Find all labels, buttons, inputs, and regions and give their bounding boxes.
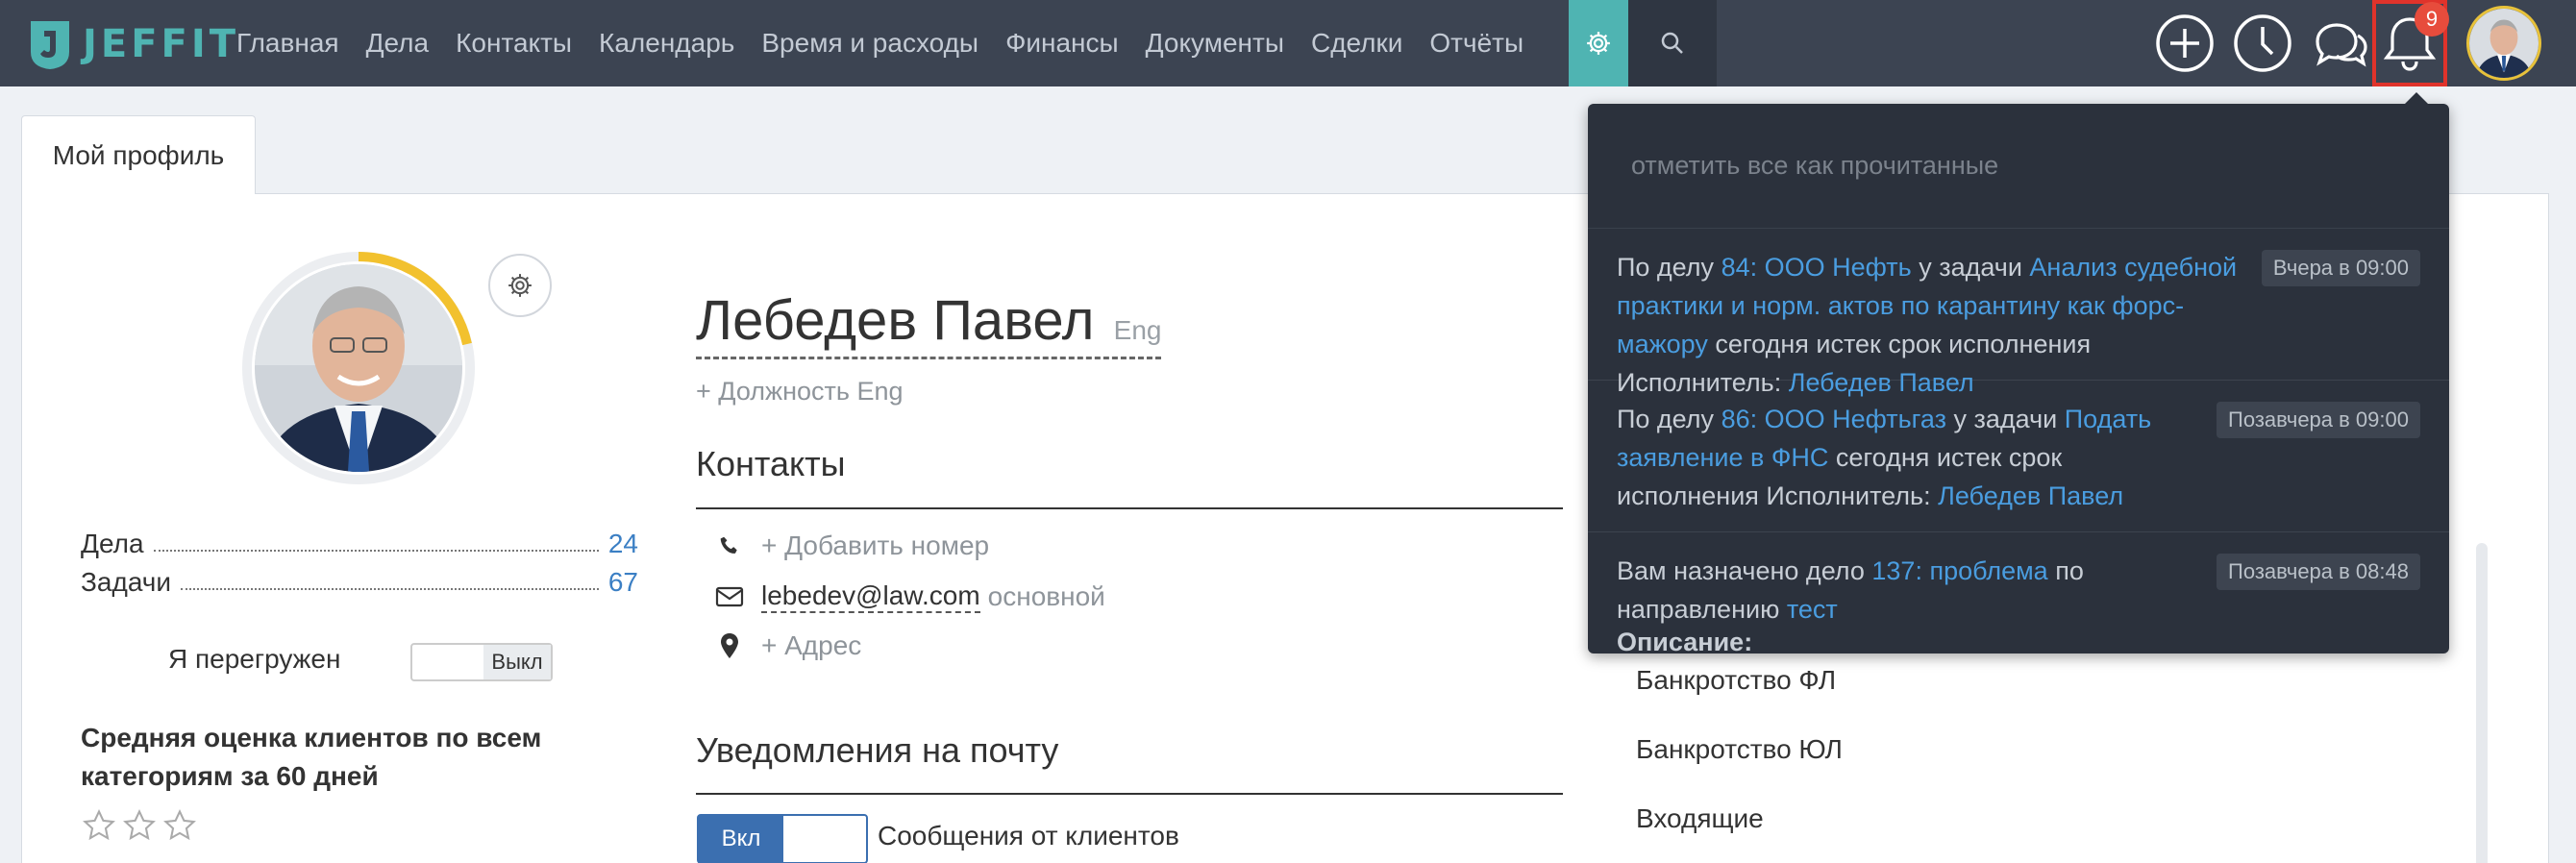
list-item[interactable]: Банкротство ФЛ xyxy=(1636,665,1836,696)
stat-tasks: Задачи 67 xyxy=(81,567,638,598)
notification-text: у задачи xyxy=(1911,253,2030,282)
profile-avatar xyxy=(240,250,477,486)
stat-label: Задачи xyxy=(81,567,172,597)
logo-icon xyxy=(31,21,69,69)
direction-link[interactable]: тест xyxy=(1787,595,1838,624)
overload-toggle[interactable]: Выкл xyxy=(410,643,553,681)
notification-text: у задачи xyxy=(1946,405,2065,433)
star-icon xyxy=(83,808,115,841)
avatar-settings-button[interactable] xyxy=(488,254,552,317)
notification-item[interactable]: Вчера в 09:00 По делу 84: ООО Нефть у за… xyxy=(1588,229,2449,397)
dotted-leader xyxy=(153,550,599,552)
notification-text: Вам назначено дело xyxy=(1617,556,1872,585)
envelope-icon xyxy=(711,585,748,608)
profile-name[interactable]: Лебедев Павел Eng xyxy=(696,288,1162,359)
name-eng-label[interactable]: Eng xyxy=(1114,315,1162,345)
notification-text: По делу xyxy=(1617,405,1721,433)
notification-text: По делу xyxy=(1617,253,1721,282)
mark-all-read-link[interactable]: отметить все как прочитанные xyxy=(1588,104,2449,229)
notification-item[interactable]: Позавчера в 08:48 Вам назначено дело 137… xyxy=(1588,532,2449,653)
contact-email-row: lebedev@law.com основной xyxy=(711,580,1105,613)
stat-cases: Дела 24 xyxy=(81,529,638,559)
timer-button[interactable] xyxy=(2224,0,2301,86)
main-nav: Главная Дела Контакты Календарь Время и … xyxy=(223,0,1537,86)
stat-value-link[interactable]: 67 xyxy=(608,567,638,598)
contact-phone-row: + Добавить номер xyxy=(711,530,989,561)
notification-time: Вчера в 09:00 xyxy=(2261,250,2420,286)
notification-item[interactable]: Позавчера в 09:00 По делу 86: ООО Нефтьг… xyxy=(1588,381,2449,532)
email-type-label: основной xyxy=(987,581,1105,611)
profile-name-text: Лебедев Павел xyxy=(696,289,1095,352)
client-messages-label: Сообщения от клиентов xyxy=(878,821,1179,851)
logo-text: JEFFIT xyxy=(83,22,240,66)
star-icon xyxy=(163,808,196,841)
stat-label: Дела xyxy=(81,529,144,558)
case-link[interactable]: 84: ООО Нефть xyxy=(1721,253,1912,282)
rating-stars xyxy=(81,807,198,844)
rating-title: Средняя оценка клиентов по всем категори… xyxy=(81,723,542,791)
nav-item-cases[interactable]: Дела xyxy=(366,28,430,59)
toggle-label: Выкл xyxy=(483,645,551,679)
add-position-link[interactable]: + Должность Eng xyxy=(696,377,904,407)
tab-my-profile[interactable]: Мой профиль xyxy=(21,115,256,194)
nav-item-home[interactable]: Главная xyxy=(236,28,339,59)
notification-time: Позавчера в 09:00 xyxy=(2217,402,2420,438)
user-link[interactable]: Лебедев Павел xyxy=(1938,481,2123,510)
contact-address-row: + Адрес xyxy=(711,630,861,661)
email-notifications-title: Уведомления на почту xyxy=(696,730,1059,770)
user-avatar-menu[interactable] xyxy=(2466,6,2541,81)
settings-nav-button[interactable] xyxy=(1569,0,1628,86)
nav-item-finance[interactable]: Финансы xyxy=(1005,28,1119,59)
list-item[interactable]: Входящие xyxy=(1636,803,1764,834)
gear-icon xyxy=(508,274,532,297)
case-link[interactable]: 86: ООО Нефтьгаз xyxy=(1721,405,1946,433)
divider xyxy=(696,507,1563,509)
map-pin-icon xyxy=(711,632,748,659)
nav-item-documents[interactable]: Документы xyxy=(1146,28,1284,59)
gear-icon xyxy=(1587,32,1610,55)
toggle-label: Вкл xyxy=(699,816,783,862)
notification-count-badge: 9 xyxy=(2415,2,2449,37)
star-icon xyxy=(123,808,156,841)
email-value[interactable]: lebedev@law.com xyxy=(761,580,980,613)
search-button[interactable] xyxy=(1628,0,1717,86)
nav-item-reports[interactable]: Отчёты xyxy=(1429,28,1523,59)
nav-item-time-expenses[interactable]: Время и расходы xyxy=(761,28,978,59)
divider xyxy=(696,793,1563,795)
nav-item-contacts[interactable]: Контакты xyxy=(456,28,572,59)
overload-label: Я перегружен xyxy=(168,644,341,674)
case-link[interactable]: 137: проблема xyxy=(1871,556,2047,585)
nav-item-deals[interactable]: Сделки xyxy=(1311,28,1402,59)
top-navigation-bar: JEFFIT Главная Дела Контакты Календарь В… xyxy=(0,0,2576,86)
nav-item-calendar[interactable]: Календарь xyxy=(599,28,734,59)
add-button[interactable] xyxy=(2146,0,2223,86)
clock-icon xyxy=(2234,14,2291,72)
description-label: Описание: xyxy=(1617,628,1753,653)
toggle-knob xyxy=(412,645,483,679)
dotted-leader xyxy=(181,588,599,590)
client-messages-toggle[interactable]: Вкл xyxy=(697,814,868,863)
avatar xyxy=(2469,9,2539,78)
chat-button[interactable] xyxy=(2302,0,2379,86)
logo[interactable]: JEFFIT xyxy=(27,17,239,71)
list-item[interactable]: Банкротство ЮЛ xyxy=(1636,734,1843,765)
contacts-title: Контакты xyxy=(696,444,846,483)
plus-circle-icon xyxy=(2156,14,2214,72)
dropdown-arrow xyxy=(2403,92,2430,106)
notifications-dropdown: отметить все как прочитанные Вчера в 09:… xyxy=(1588,104,2449,653)
add-address-link[interactable]: + Адрес xyxy=(761,630,861,661)
notification-time: Позавчера в 08:48 xyxy=(2217,554,2420,590)
search-icon xyxy=(1661,32,1683,54)
add-phone-link[interactable]: + Добавить номер xyxy=(761,530,989,561)
phone-icon xyxy=(711,533,748,558)
stat-value-link[interactable]: 24 xyxy=(608,529,638,559)
chat-icon xyxy=(2316,23,2367,67)
scrollbar[interactable] xyxy=(2476,543,2488,863)
